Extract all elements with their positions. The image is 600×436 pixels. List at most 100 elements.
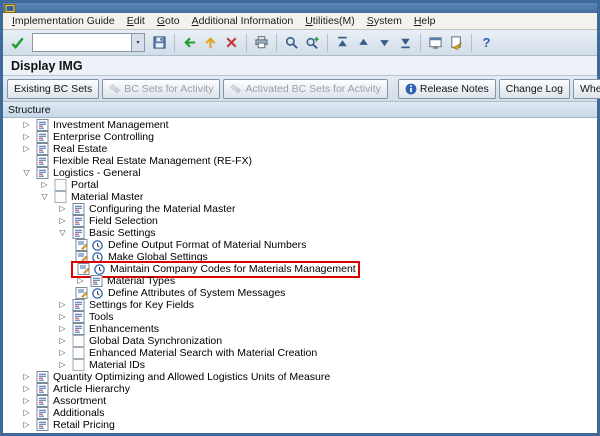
tree-item-label[interactable]: Field Selection	[89, 215, 158, 227]
execute-activity-icon[interactable]	[91, 263, 107, 276]
tree-item-label[interactable]: Additionals	[53, 407, 104, 419]
expand-arrow-icon[interactable]: ▷	[19, 119, 34, 131]
release-notes-button[interactable]: Release Notes	[398, 79, 496, 99]
tree-item-label[interactable]: Material IDs	[89, 359, 145, 371]
next-page-icon[interactable]	[374, 32, 395, 53]
tree-row: Maintain Company Codes for Materials Man…	[3, 263, 597, 275]
tree-item-label[interactable]: Investment Management	[53, 119, 169, 131]
tree-item-label[interactable]: Define Output Format of Material Numbers	[108, 239, 306, 251]
tree-item-label[interactable]: Material Types	[107, 275, 175, 287]
tree-item-label[interactable]: Material Master	[71, 191, 143, 203]
menu-edit[interactable]: Edit	[121, 14, 151, 28]
expand-arrow-icon[interactable]: ▷	[37, 179, 52, 191]
img-activity-doc-icon[interactable]	[73, 251, 89, 263]
tree-row: ▽ Logistics - General	[3, 167, 597, 179]
tree-item-label[interactable]: Retail Pricing	[53, 419, 115, 431]
find-icon[interactable]	[281, 32, 302, 53]
img-activity-doc-icon[interactable]	[73, 287, 89, 299]
exit-icon[interactable]	[200, 32, 221, 53]
tree-row: ▷ Portal	[3, 179, 597, 191]
menu-help[interactable]: Help	[408, 14, 442, 28]
bc-set-icon	[109, 83, 121, 95]
tree-item-label[interactable]: Enhanced Material Search with Material C…	[89, 347, 317, 359]
sap-gui-window: Implementation Guide Edit Goto Additiona…	[0, 0, 600, 436]
command-input[interactable]	[33, 35, 131, 50]
expand-arrow-icon[interactable]: ▷	[73, 275, 88, 287]
tree-item-label[interactable]: Maintain Company Codes for Materials Man…	[110, 263, 356, 275]
tree-item-label[interactable]: Make Global Settings	[108, 251, 208, 263]
change-log-button[interactable]: Change Log	[499, 79, 570, 99]
expand-arrow-icon[interactable]: ▷	[55, 215, 70, 227]
tree-row: ▷ Investment Management	[3, 119, 597, 131]
img-node-icon	[70, 215, 86, 227]
save-icon[interactable]	[149, 32, 170, 53]
expand-arrow-icon[interactable]: ▷	[19, 131, 34, 143]
expand-arrow-icon[interactable]: ▷	[55, 311, 70, 323]
expand-arrow-icon[interactable]: ▷	[55, 323, 70, 335]
expand-arrow-icon[interactable]: ▷	[19, 371, 34, 383]
img-node-icon	[34, 395, 50, 407]
enter-button[interactable]	[7, 32, 28, 53]
menu-utilities[interactable]: Utilities(M)	[299, 14, 361, 28]
tree-item-label[interactable]: Enterprise Controlling	[53, 131, 154, 143]
window-menu-icon[interactable]	[4, 4, 16, 13]
menu-system[interactable]: System	[361, 14, 408, 28]
tree-row: ▷ Material IDs	[3, 359, 597, 371]
img-node-icon	[70, 299, 86, 311]
tree-item-label[interactable]: Tools	[89, 311, 114, 323]
expand-arrow-icon[interactable]: ▷	[55, 359, 70, 371]
tree-item-label[interactable]: Global Data Synchronization	[89, 335, 222, 347]
tree-item-label[interactable]: Settings for Key Fields	[89, 299, 194, 311]
img-activity-doc-icon[interactable]	[75, 263, 91, 275]
tree-item-label[interactable]: Quantity Optimizing and Allowed Logistic…	[53, 371, 330, 383]
help-icon[interactable]: ?	[476, 32, 497, 53]
img-node-icon	[34, 119, 50, 131]
tree-item-label[interactable]: Portal	[71, 179, 98, 191]
toolbar-separator	[174, 34, 175, 52]
tree-item-label[interactable]: Flexible Real Estate Management (RE-FX)	[53, 155, 252, 167]
tree-item-label[interactable]: Assortment	[53, 395, 106, 407]
tree-item-label[interactable]: Enhancements	[89, 323, 159, 335]
tree-item-label[interactable]: Basic Settings	[89, 227, 156, 239]
where-else-used-button[interactable]: Where Else Used	[573, 79, 600, 99]
first-page-icon[interactable]	[332, 32, 353, 53]
tree-item-label[interactable]: Real Estate	[53, 143, 107, 155]
tree-row: ▷ Real Estate	[3, 143, 597, 155]
info-icon	[405, 83, 417, 95]
new-session-icon[interactable]	[425, 32, 446, 53]
last-page-icon[interactable]	[395, 32, 416, 53]
img-node-icon	[34, 371, 50, 383]
expand-arrow-icon[interactable]: ▷	[19, 419, 34, 431]
tree-row: Make Global Settings	[3, 251, 597, 263]
expand-arrow-icon[interactable]: ▷	[19, 407, 34, 419]
find-next-icon[interactable]	[302, 32, 323, 53]
tree-item-label[interactable]: Article Hierarchy	[53, 383, 130, 395]
img-activity-doc-icon[interactable]	[73, 239, 89, 251]
img-node-icon	[70, 311, 86, 323]
collapse-arrow-icon[interactable]: ▽	[37, 191, 52, 203]
previous-page-icon[interactable]	[353, 32, 374, 53]
print-icon[interactable]	[251, 32, 272, 53]
menu-goto[interactable]: Goto	[151, 14, 186, 28]
collapse-arrow-icon[interactable]: ▽	[19, 167, 34, 179]
tree-item-label[interactable]: Configuring the Material Master	[89, 203, 235, 215]
command-history-dropdown-icon[interactable]: ▾	[131, 34, 144, 51]
execute-activity-icon[interactable]	[89, 287, 105, 300]
expand-arrow-icon[interactable]: ▷	[55, 203, 70, 215]
expand-arrow-icon[interactable]: ▷	[55, 347, 70, 359]
cancel-icon[interactable]	[221, 32, 242, 53]
generate-shortcut-icon[interactable]	[446, 32, 467, 53]
expand-arrow-icon[interactable]: ▷	[55, 335, 70, 347]
expand-arrow-icon[interactable]: ▷	[19, 383, 34, 395]
existing-bc-sets-button[interactable]: Existing BC Sets	[7, 79, 99, 99]
expand-arrow-icon[interactable]: ▷	[19, 143, 34, 155]
collapse-arrow-icon[interactable]: ▽	[55, 227, 70, 239]
menu-implementation-guide[interactable]: Implementation Guide	[6, 14, 121, 28]
back-icon[interactable]	[179, 32, 200, 53]
tree-item-label[interactable]: Logistics - General	[53, 167, 141, 179]
tree-row: ▷ Retail Pricing	[3, 419, 597, 431]
expand-arrow-icon[interactable]: ▷	[19, 395, 34, 407]
expand-arrow-icon[interactable]: ▷	[55, 299, 70, 311]
menu-additional-information[interactable]: Additional Information	[186, 14, 300, 28]
tree-item-label[interactable]: Define Attributes of System Messages	[108, 287, 285, 299]
